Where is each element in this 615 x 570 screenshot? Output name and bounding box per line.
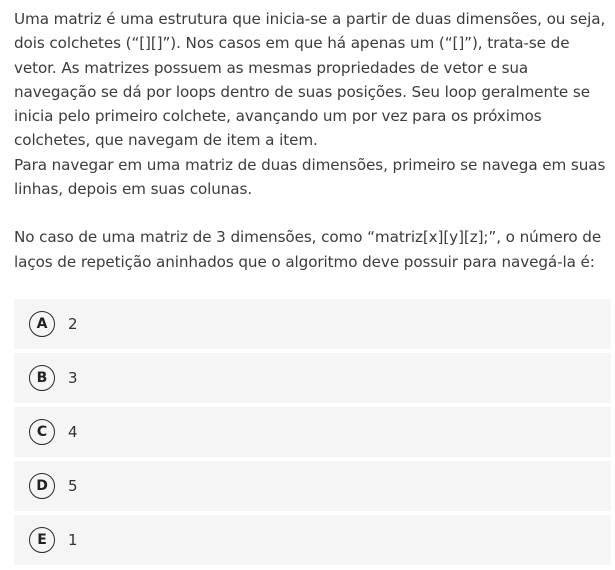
answer-options: A 2 B 3 C 4 D 5 E 1 — [14, 299, 611, 569]
option-text: 2 — [68, 315, 78, 333]
option-c[interactable]: C 4 — [14, 407, 611, 457]
option-b[interactable]: B 3 — [14, 353, 611, 403]
option-letter-badge: A — [29, 311, 55, 337]
option-text: 3 — [68, 369, 78, 387]
option-text: 1 — [68, 531, 78, 549]
option-letter-badge: C — [29, 419, 55, 445]
option-letter-badge: E — [29, 527, 55, 553]
question-paragraph: Uma matriz é uma estrutura que inicia-se… — [14, 10, 606, 150]
option-letter-badge: B — [29, 365, 55, 391]
question-prompt: No caso de uma matriz de 3 dimensões, co… — [14, 228, 602, 271]
question-text: Uma matriz é uma estrutura que inicia-se… — [14, 7, 610, 274]
option-text: 5 — [68, 477, 78, 495]
option-e[interactable]: E 1 — [14, 515, 611, 565]
option-letter-badge: D — [29, 473, 55, 499]
option-text: 4 — [68, 423, 78, 441]
option-a[interactable]: A 2 — [14, 299, 611, 349]
option-d[interactable]: D 5 — [14, 461, 611, 511]
question-paragraph: Para navegar em uma matriz de duas dimen… — [14, 155, 606, 199]
